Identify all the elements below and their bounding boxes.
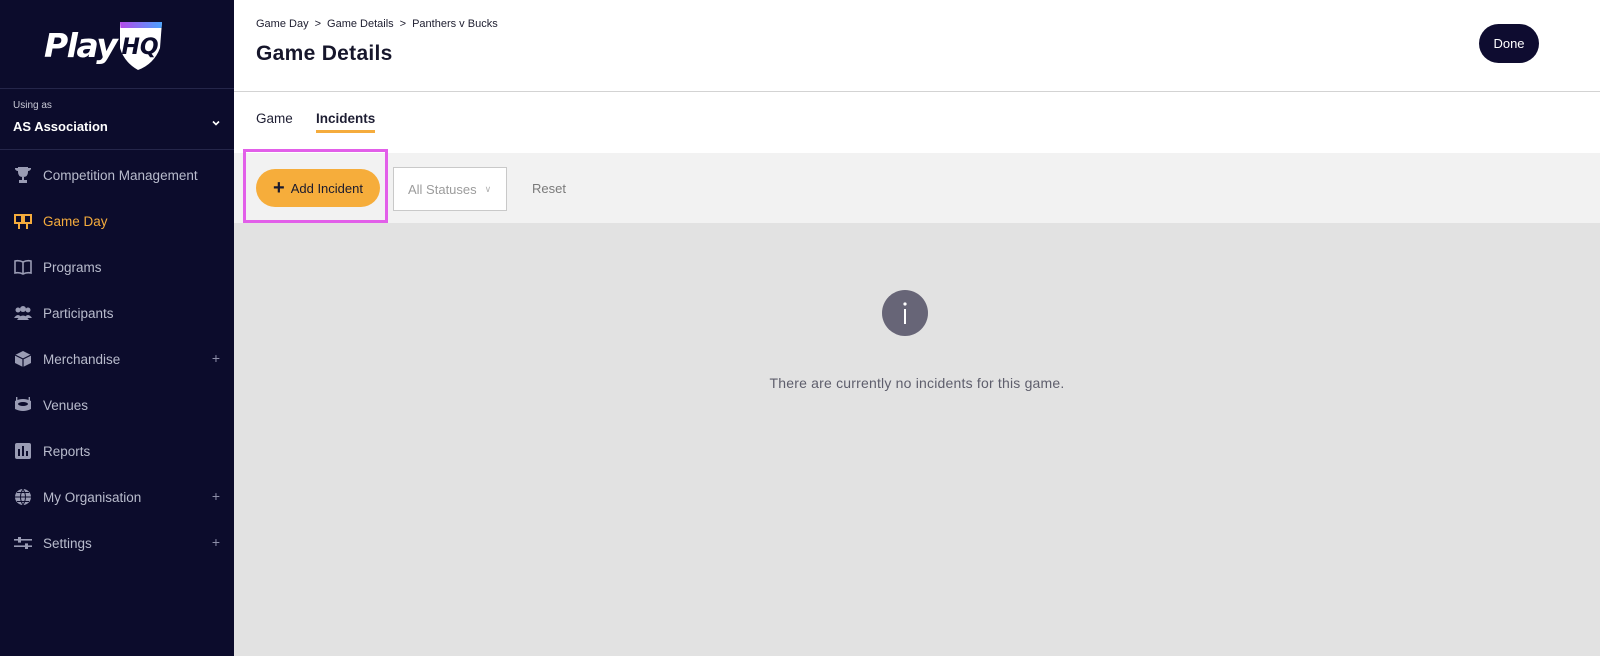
expand-plus-icon[interactable]: + xyxy=(212,488,220,504)
plus-icon: + xyxy=(273,177,285,199)
add-incident-label: Add Incident xyxy=(290,180,363,196)
sidebar-item-label: My Organisation xyxy=(43,489,142,505)
breadcrumb-separator: > xyxy=(314,18,322,30)
bar-chart-icon xyxy=(13,441,33,461)
breadcrumb-item-game-day[interactable]: Game Day xyxy=(256,18,309,30)
sidebar-item-label: Participants xyxy=(43,305,114,321)
reset-button[interactable]: Reset xyxy=(532,181,566,196)
playhq-logo[interactable]: Play HQ xyxy=(44,16,168,76)
sidebar-item-game-day[interactable]: Game Day xyxy=(0,198,234,244)
logo-badge-text: HQ xyxy=(121,35,158,60)
sidebar-item-label: Merchandise xyxy=(43,351,121,367)
sidebar-nav: Competition Management Game Day Programs… xyxy=(0,152,234,566)
sidebar-item-label: Game Day xyxy=(43,213,108,229)
sidebar-item-label: Programs xyxy=(43,259,102,275)
sidebar-item-settings[interactable]: Settings + xyxy=(0,520,234,566)
tab-incidents[interactable]: Incidents xyxy=(316,111,376,133)
logo-shield-icon: HQ xyxy=(120,22,162,70)
book-icon xyxy=(13,257,33,277)
incidents-empty-state: There are currently no incidents for thi… xyxy=(234,223,1600,656)
tab-game[interactable]: Game xyxy=(256,111,293,130)
sidebar-item-merchandise[interactable]: Merchandise + xyxy=(0,336,234,382)
sidebar-item-competition-management[interactable]: Competition Management xyxy=(0,152,234,198)
status-filter-select[interactable]: All Statuses ∨ xyxy=(393,167,507,211)
breadcrumb-item-current: Panthers v Bucks xyxy=(412,18,498,30)
breadcrumb-separator: > xyxy=(399,18,407,30)
scoreboard-icon xyxy=(13,211,33,231)
sidebar-item-label: Venues xyxy=(43,397,89,413)
status-select-value: All Statuses xyxy=(408,181,477,197)
box-icon xyxy=(13,349,33,369)
sidebar-item-programs[interactable]: Programs xyxy=(0,244,234,290)
page-title: Game Details xyxy=(256,42,393,65)
sidebar-item-label: Reports xyxy=(43,443,91,459)
globe-icon xyxy=(13,487,33,507)
stadium-icon xyxy=(13,395,33,415)
info-icon xyxy=(882,290,928,336)
sliders-icon xyxy=(13,533,33,553)
sidebar-item-my-organisation[interactable]: My Organisation + xyxy=(0,474,234,520)
chevron-down-icon: ∨ xyxy=(484,183,492,194)
page-header: Game Day > Game Details > Panthers v Buc… xyxy=(234,0,1600,92)
breadcrumb-item-game-details[interactable]: Game Details xyxy=(327,18,394,30)
empty-state-message: There are currently no incidents for thi… xyxy=(769,375,1065,391)
breadcrumb: Game Day > Game Details > Panthers v Buc… xyxy=(256,18,498,30)
chevron-down-icon xyxy=(212,120,220,126)
logo-word: Play xyxy=(44,26,118,65)
tab-bar: Game Incidents xyxy=(234,93,1600,153)
sidebar: Play HQ Using as AS Association Competit… xyxy=(0,0,234,656)
sidebar-item-venues[interactable]: Venues xyxy=(0,382,234,428)
sidebar-item-label: Competition Management xyxy=(43,167,198,183)
expand-plus-icon[interactable]: + xyxy=(212,350,220,366)
org-name: AS Association xyxy=(13,119,108,134)
people-icon xyxy=(13,303,33,323)
filter-toolbar: + Add Incident All Statuses ∨ Reset xyxy=(234,149,1600,223)
org-caption: Using as xyxy=(13,100,52,111)
sidebar-item-reports[interactable]: Reports xyxy=(0,428,234,474)
add-incident-button[interactable]: + Add Incident xyxy=(256,169,380,207)
organisation-switcher[interactable]: Using as AS Association xyxy=(0,88,234,150)
expand-plus-icon[interactable]: + xyxy=(212,534,220,550)
done-button[interactable]: Done xyxy=(1479,24,1539,63)
sidebar-item-participants[interactable]: Participants xyxy=(0,290,234,336)
trophy-icon xyxy=(13,165,33,185)
sidebar-item-label: Settings xyxy=(43,535,92,551)
